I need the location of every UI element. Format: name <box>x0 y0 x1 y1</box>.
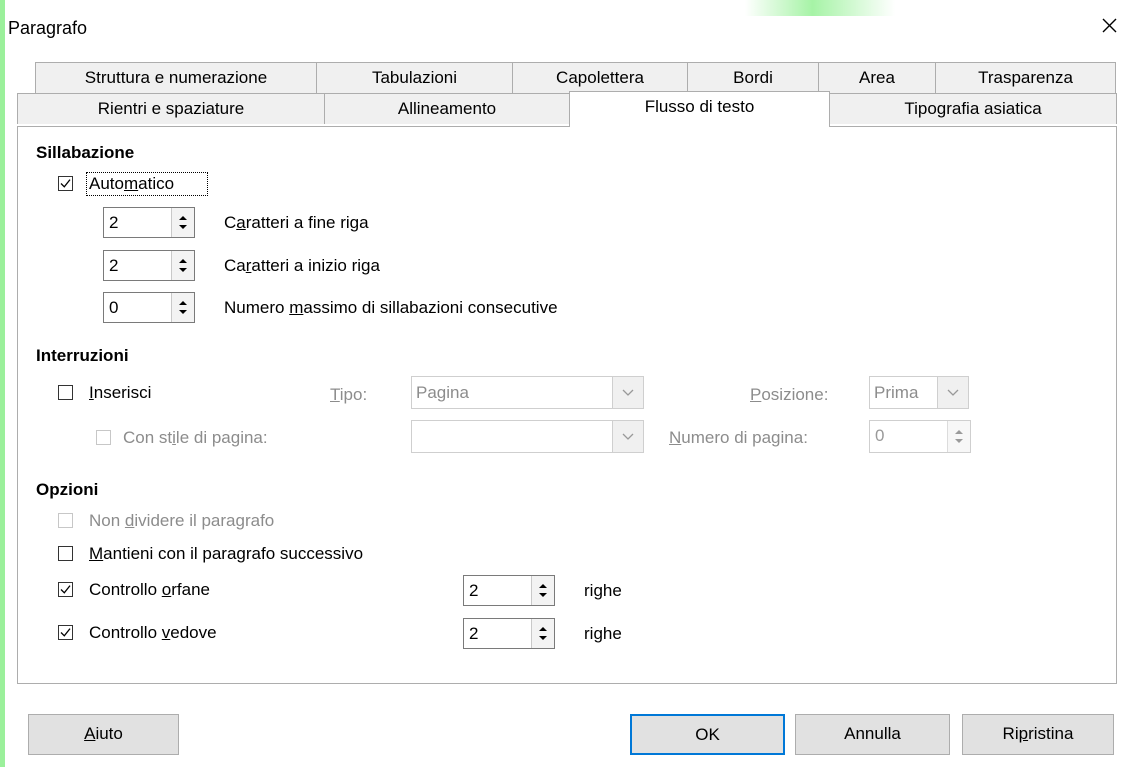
end-chars-spinner[interactable]: 2 <box>103 207 195 238</box>
automatic-label[interactable]: Automatico <box>89 174 174 194</box>
close-button[interactable] <box>1094 10 1122 40</box>
spin-arrows-icon <box>539 584 547 597</box>
tab-area[interactable]: Area <box>818 62 936 93</box>
widow-unit: righe <box>584 624 622 643</box>
tab-capolettera[interactable]: Capolettera <box>512 62 688 93</box>
position-label: Posizione: <box>750 385 829 404</box>
spin-buttons[interactable] <box>171 293 194 322</box>
spin-buttons[interactable] <box>531 576 554 605</box>
options-heading: Opzioni <box>36 480 99 499</box>
chevron-down-icon <box>622 433 634 440</box>
help-button[interactable]: Aiuto <box>28 714 179 755</box>
tab-struttura-numerazione[interactable]: Struttura e numerazione <box>35 62 317 93</box>
max-hyphens-label: Numero massimo di sillabazioni consecuti… <box>224 298 558 317</box>
tab-trasparenza[interactable]: Trasparenza <box>935 62 1116 93</box>
page-number-value: 0 <box>875 426 885 445</box>
insert-label[interactable]: Inserisci <box>89 383 151 403</box>
type-dropdown[interactable]: Pagina <box>411 376 644 409</box>
spin-arrows-icon <box>179 259 187 272</box>
type-label: Tipo: <box>330 385 368 404</box>
spin-arrows-icon <box>955 430 963 443</box>
page-number-label: Numero di pagina: <box>669 428 808 447</box>
dropdown-button[interactable] <box>937 377 968 408</box>
spin-arrows-icon <box>539 627 547 640</box>
chevron-down-icon <box>622 389 634 396</box>
position-dropdown[interactable]: Prima <box>869 376 969 409</box>
tab-allineamento[interactable]: Allineamento <box>324 93 570 124</box>
widow-value: 2 <box>469 624 479 643</box>
spin-arrows-icon <box>179 216 187 229</box>
chevron-down-icon <box>947 389 959 396</box>
reset-button[interactable]: Ripristina <box>962 714 1114 755</box>
check-icon <box>60 179 71 188</box>
insert-checkbox[interactable] <box>58 385 73 400</box>
type-value: Pagina <box>416 383 469 402</box>
widow-checkbox[interactable] <box>58 625 73 640</box>
widow-label[interactable]: Controllo vedove <box>89 623 217 643</box>
dropdown-button[interactable] <box>612 377 643 408</box>
orphan-unit: righe <box>584 581 622 600</box>
spin-buttons[interactable] <box>171 208 194 237</box>
tab-flusso-di-testo[interactable]: Flusso di testo <box>569 91 830 127</box>
spin-buttons[interactable] <box>531 619 554 648</box>
tab-tipografia-asiatica[interactable]: Tipografia asiatica <box>829 93 1117 124</box>
tab-tabulazioni[interactable]: Tabulazioni <box>316 62 513 93</box>
end-chars-value: 2 <box>109 213 119 232</box>
tab-rientri-spaziature[interactable]: Rientri e spaziature <box>17 93 325 124</box>
spin-buttons[interactable] <box>171 251 194 280</box>
dont-split-label[interactable]: Non dividere il paragrafo <box>89 511 274 531</box>
orphan-label[interactable]: Controllo orfane <box>89 580 210 600</box>
spin-arrows-icon <box>179 301 187 314</box>
page-style-checkbox[interactable] <box>96 430 111 445</box>
widow-spinner[interactable]: 2 <box>463 618 555 649</box>
close-icon <box>1102 18 1117 33</box>
check-icon <box>60 628 71 637</box>
start-chars-label: Caratteri a inizio riga <box>224 256 380 275</box>
orphan-value: 2 <box>469 581 479 600</box>
automatic-checkbox[interactable] <box>58 176 73 191</box>
hyphenation-heading: Sillabazione <box>36 143 135 162</box>
dropdown-button[interactable] <box>612 421 643 452</box>
start-chars-value: 2 <box>109 256 119 275</box>
max-hyphens-spinner[interactable]: 0 <box>103 292 195 323</box>
check-icon <box>60 585 71 594</box>
spin-buttons[interactable] <box>947 421 970 452</box>
position-value: Prima <box>874 383 919 402</box>
dont-split-checkbox[interactable] <box>58 513 73 528</box>
keep-next-label[interactable]: Mantieni con il paragrafo successivo <box>89 544 363 564</box>
top-highlight-mark <box>745 0 895 16</box>
tab-bordi[interactable]: Bordi <box>687 62 819 93</box>
max-hyphens-value: 0 <box>109 298 119 317</box>
left-highlight-stripe <box>0 0 5 767</box>
end-chars-label: Caratteri a fine riga <box>224 213 369 232</box>
breaks-heading: Interruzioni <box>36 346 129 365</box>
cancel-button[interactable]: Annulla <box>795 714 950 755</box>
keep-next-checkbox[interactable] <box>58 546 73 561</box>
page-number-spinner[interactable]: 0 <box>869 420 971 453</box>
dialog-title: Paragrafo <box>8 18 88 38</box>
start-chars-spinner[interactable]: 2 <box>103 250 195 281</box>
orphan-checkbox[interactable] <box>58 582 73 597</box>
ok-button[interactable]: OK <box>630 714 785 755</box>
page-style-label[interactable]: Con stile di pagina: <box>123 428 268 448</box>
orphan-spinner[interactable]: 2 <box>463 575 555 606</box>
page-style-dropdown[interactable] <box>411 420 644 453</box>
